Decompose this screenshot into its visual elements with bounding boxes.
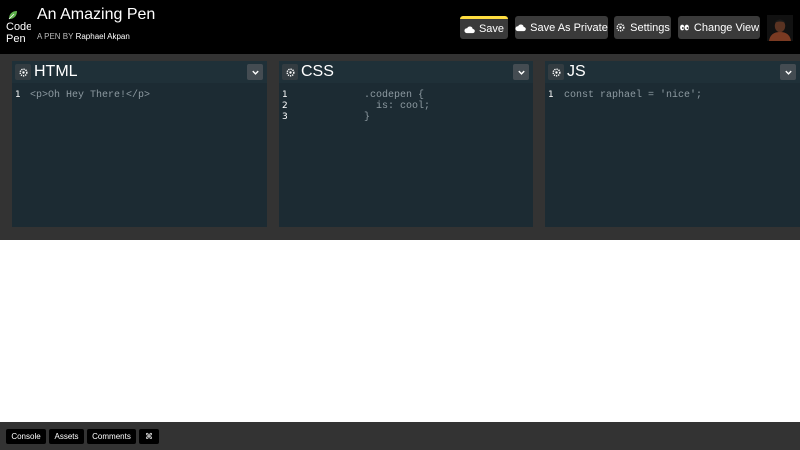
code-text: const raphael = 'nice'; — [564, 90, 703, 101]
save-as-private-button[interactable]: Save As Private — [515, 16, 608, 39]
logo-word-code: Code — [6, 21, 31, 33]
gear-icon — [551, 67, 561, 77]
line-number: 3 — [282, 112, 288, 122]
code-line: 3 } — [279, 112, 533, 123]
js-collapse-button[interactable] — [780, 64, 796, 80]
save-label: Save — [478, 23, 505, 35]
user-avatar[interactable] — [767, 15, 793, 41]
cloud-icon — [515, 24, 526, 32]
keyboard-shortcuts-button[interactable]: ⌘ — [139, 429, 159, 444]
bottom-toolbar: Console Assets Comments ⌘ — [0, 422, 800, 450]
result-preview[interactable] — [0, 240, 800, 422]
html-panel-header: HTML — [12, 61, 267, 83]
code-line: 1 <p>Oh Hey There!</p> — [12, 90, 267, 101]
pen-byline: A PEN BY Raphael Akpan — [37, 32, 130, 41]
css-panel-header: CSS — [279, 61, 533, 83]
js-code-area[interactable]: 1 const raphael = 'nice'; — [545, 90, 800, 101]
gear-icon — [18, 67, 28, 77]
author-link[interactable]: Raphael Akpan — [76, 32, 130, 41]
line-number: 1 — [548, 90, 554, 100]
line-number: 1 — [15, 90, 21, 100]
change-view-button[interactable]: Change View — [678, 16, 760, 39]
gear-icon — [285, 67, 295, 77]
settings-label: Settings — [630, 21, 670, 34]
html-editor-panel[interactable]: HTML 1 <p>Oh Hey There!</p> — [12, 61, 267, 227]
code-line: 1 .codepen { — [279, 90, 533, 101]
code-text: } — [364, 112, 371, 123]
line-number: 1 — [282, 90, 288, 100]
html-settings-button[interactable] — [15, 64, 31, 80]
js-settings-button[interactable] — [548, 64, 564, 80]
css-settings-button[interactable] — [282, 64, 298, 80]
change-view-label: Change View — [693, 21, 760, 34]
save-button[interactable]: Save — [460, 16, 508, 39]
css-editor-panel[interactable]: CSS 1 .codepen { 2 is: cool; 3} — [279, 61, 533, 227]
css-code-area[interactable]: 1 .codepen { 2 is: cool; 3 } — [279, 90, 533, 123]
code-line: 1 const raphael = 'nice'; — [545, 90, 800, 101]
cloud-icon — [464, 25, 475, 33]
gear-icon — [616, 23, 625, 32]
js-panel-title: JS — [567, 63, 586, 80]
byline-prefix: A PEN BY — [37, 32, 74, 41]
code-text: <p>Oh Hey There!</p> — [30, 90, 151, 101]
console-button[interactable]: Console — [6, 429, 46, 444]
code-text: is: cool; — [364, 101, 431, 112]
code-line: 2 is: cool; — [279, 101, 533, 112]
code-text: .codepen { — [364, 90, 425, 101]
codepen-leaf-icon — [8, 11, 17, 20]
chevron-down-icon — [251, 70, 259, 75]
html-code-area[interactable]: 1 <p>Oh Hey There!</p> — [12, 90, 267, 101]
codepen-logo[interactable]: Code Pen — [5, 9, 31, 45]
comments-button[interactable]: Comments — [87, 429, 136, 444]
pen-title[interactable]: An Amazing Pen — [37, 6, 155, 24]
js-panel-header: JS — [545, 61, 800, 83]
editor-area: HTML 1 <p>Oh Hey There!</p> CSS 1 .codep… — [0, 54, 800, 240]
css-collapse-button[interactable] — [513, 64, 529, 80]
js-editor-panel[interactable]: JS 1 const raphael = 'nice'; — [545, 61, 800, 227]
html-panel-title: HTML — [34, 63, 78, 80]
chevron-down-icon — [517, 70, 525, 75]
assets-button[interactable]: Assets — [49, 429, 84, 444]
html-collapse-button[interactable] — [247, 64, 263, 80]
save-as-private-label: Save As Private — [530, 21, 608, 34]
top-header: Code Pen An Amazing Pen A PEN BY Raphael… — [0, 0, 800, 54]
line-number: 2 — [282, 101, 288, 111]
logo-word-pen: Pen — [6, 33, 26, 45]
chevron-down-icon — [784, 70, 792, 75]
settings-button[interactable]: Settings — [614, 16, 671, 39]
css-panel-title: CSS — [301, 63, 334, 80]
codepen-app: Code Pen An Amazing Pen A PEN BY Raphael… — [0, 0, 800, 450]
eyes-icon — [679, 24, 689, 31]
